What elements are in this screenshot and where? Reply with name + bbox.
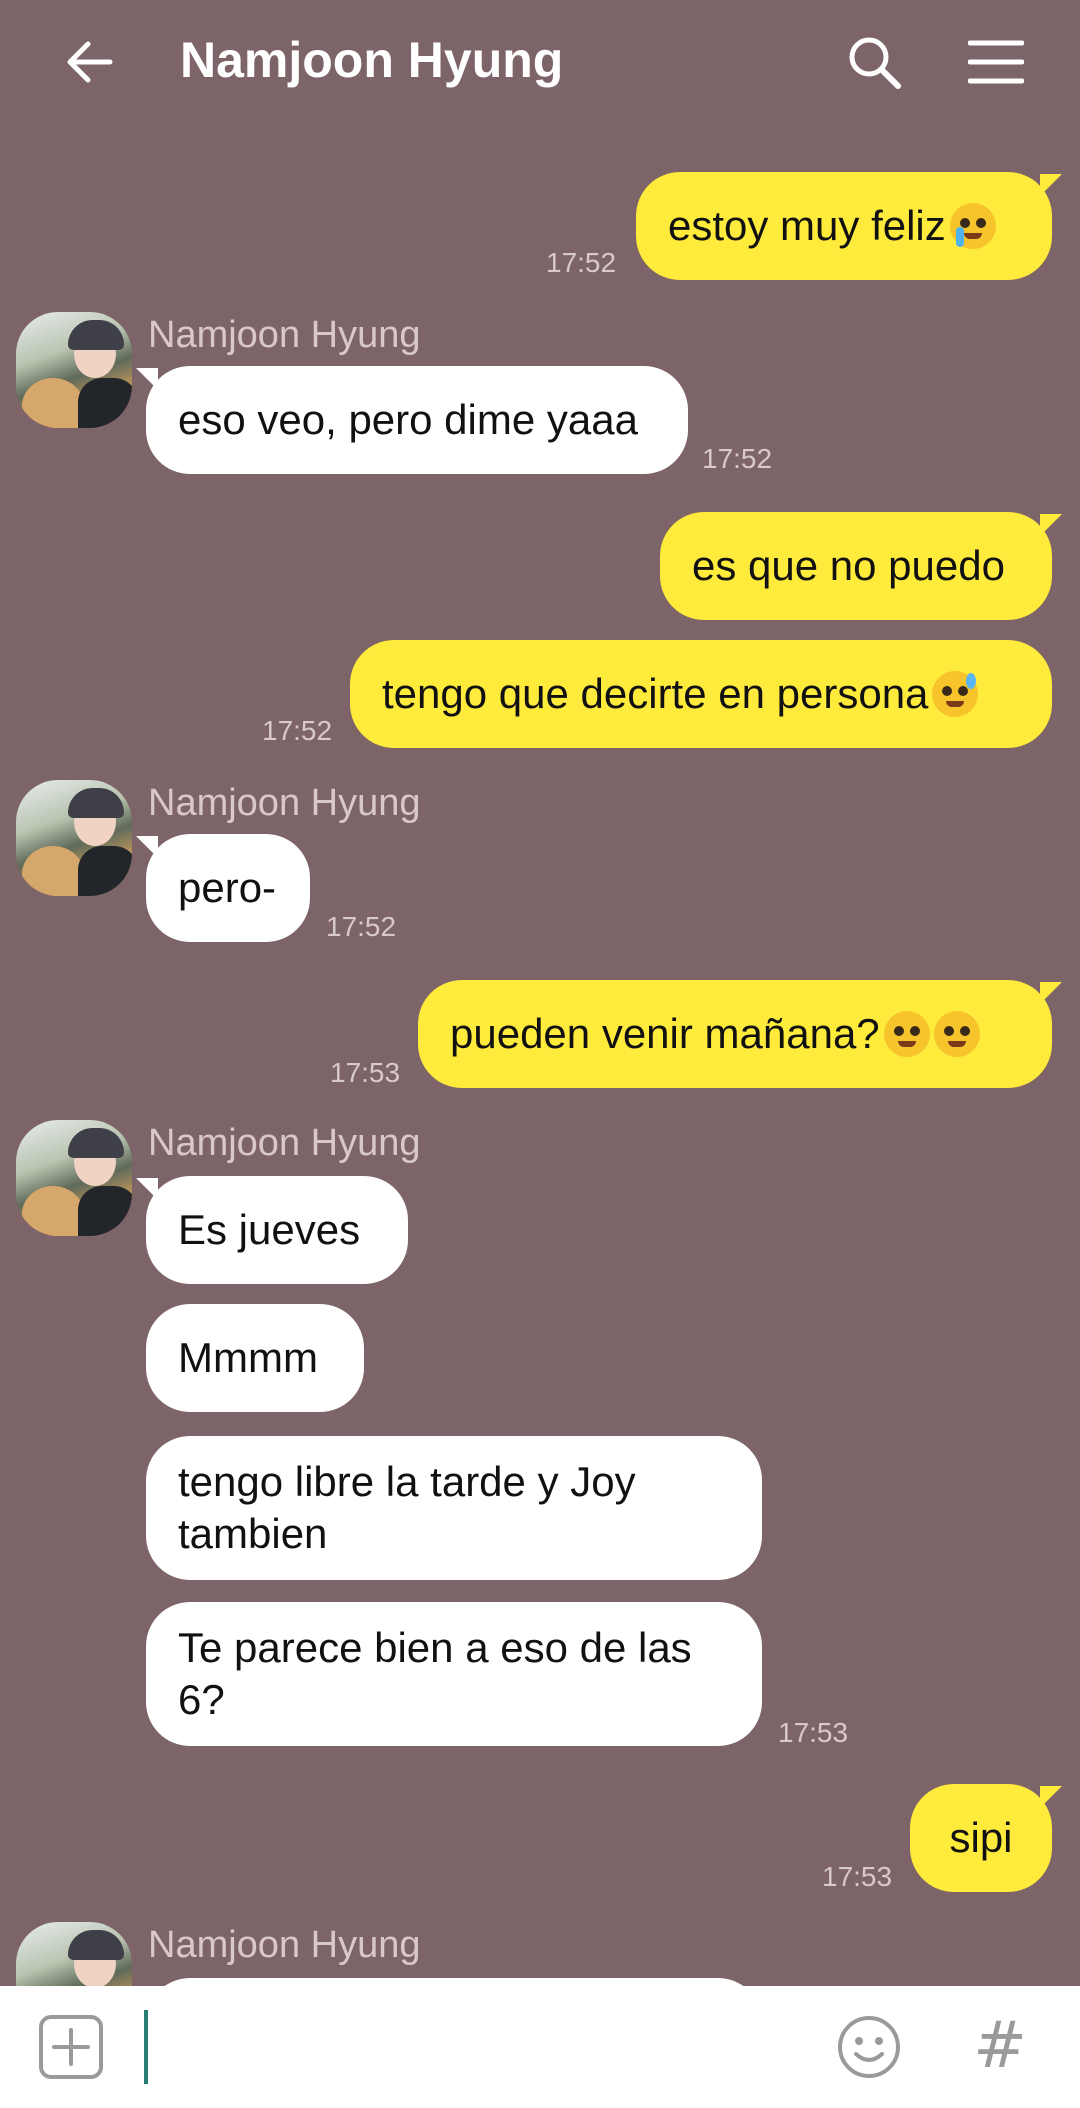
sender-name: Namjoon Hyung — [148, 1122, 421, 1164]
pleading-face-emoji — [933, 1011, 980, 1057]
my-message-bubble[interactable]: es que no puedo — [660, 512, 1052, 620]
message-text: Te parece bien a eso de las 6? — [178, 1624, 692, 1723]
my-message-bubble[interactable]: estoy muy feliz — [636, 172, 1052, 280]
sender-name: Namjoon Hyung — [148, 314, 421, 356]
message-time: 17:52 — [546, 247, 617, 278]
message-time: 17:52 — [326, 911, 397, 942]
their-message-bubble[interactable]: tengo libre la tarde y Joy tambien — [146, 1436, 762, 1580]
message-time: 17:52 — [262, 715, 333, 746]
sender-name: Namjoon Hyung — [148, 1924, 421, 1966]
message-time: 17:53 — [822, 1861, 893, 1892]
message-text: eso veo, pero dime yaaa — [178, 396, 638, 443]
their-message-bubble[interactable] — [146, 1978, 762, 1986]
avatar[interactable] — [16, 312, 132, 428]
text-cursor[interactable] — [144, 2010, 148, 2084]
search-icon — [849, 37, 901, 89]
attach-button[interactable] — [36, 2012, 106, 2082]
message-text: tengo libre la tarde y Joy tambien — [178, 1458, 636, 1557]
message-time: 17:53 — [330, 1057, 401, 1088]
bubble-tail — [1040, 1786, 1062, 1808]
bubble-tail — [136, 836, 158, 858]
grinning-sweat-emoji — [932, 671, 979, 717]
avatar[interactable] — [16, 780, 132, 896]
their-message-bubble[interactable]: Mmmm — [146, 1304, 364, 1412]
bubble-tail — [1040, 174, 1062, 196]
message-text: tengo que decirte en persona — [382, 670, 929, 717]
message-text: es que no puedo — [692, 542, 1005, 589]
message-text: Mmmm — [178, 1334, 318, 1381]
bubble-tail — [1040, 982, 1062, 1004]
hamburger-menu-icon — [968, 40, 1024, 84]
their-message-bubble[interactable]: eso veo, pero dime yaaa — [146, 366, 688, 474]
message-text: Es jueves — [178, 1206, 361, 1253]
loudly-crying-face-emoji — [949, 203, 996, 249]
message-text: sipi — [949, 1814, 1013, 1861]
back-button[interactable] — [50, 24, 126, 100]
sender-name: Namjoon Hyung — [148, 782, 421, 824]
their-message-bubble[interactable]: Es jueves — [146, 1176, 408, 1284]
plus-square-icon — [39, 2015, 103, 2079]
message-list[interactable]: 17:52 estoy muy feliz Namjoon Hyung eso … — [0, 120, 1080, 1986]
message-time: 17:53 — [778, 1717, 849, 1748]
menu-button[interactable] — [958, 24, 1034, 100]
pleading-face-emoji — [883, 1011, 930, 1057]
arrow-left-icon — [67, 41, 113, 83]
their-message-bubble[interactable]: Te parece bien a eso de las 6? — [146, 1602, 762, 1746]
message-text: pueden venir mañana? — [450, 1010, 880, 1057]
bubble-tail — [136, 1178, 158, 1200]
avatar[interactable] — [16, 1120, 132, 1236]
smiley-icon — [838, 2016, 900, 2078]
my-message-bubble[interactable]: pueden venir mañana? — [418, 980, 1052, 1088]
message-composer: # — [0, 1986, 1080, 2108]
hashtag-button[interactable]: # — [962, 2006, 1038, 2086]
message-text: pero- — [178, 864, 277, 911]
message-text: estoy muy feliz — [668, 202, 946, 249]
avatar[interactable] — [16, 1922, 132, 1986]
chat-header: Namjoon Hyung — [0, 0, 1080, 120]
chat-title: Namjoon Hyung — [180, 32, 564, 88]
their-message-bubble[interactable]: pero- — [146, 834, 310, 942]
bubble-tail — [136, 368, 158, 390]
my-message-bubble[interactable]: sipi — [910, 1784, 1052, 1892]
search-button[interactable] — [836, 24, 912, 100]
my-message-bubble[interactable]: tengo que decirte en persona — [350, 640, 1052, 748]
bubble-tail — [1040, 514, 1062, 536]
message-time: 17:52 — [702, 443, 773, 474]
emoji-button[interactable] — [832, 2010, 906, 2084]
